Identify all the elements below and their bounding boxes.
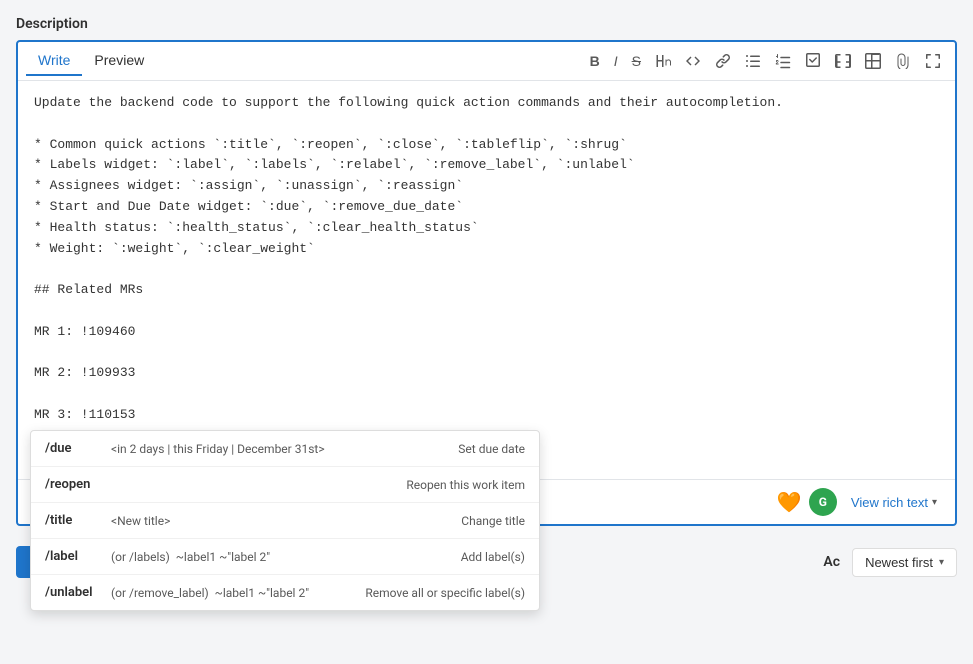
heading-icon [655, 53, 671, 69]
tab-write[interactable]: Write [26, 46, 82, 76]
bullet-list-icon [745, 53, 761, 69]
numbered-list-icon [775, 53, 791, 69]
autocomplete-item-due[interactable]: /due <in 2 days | this Friday | December… [31, 431, 539, 467]
tab-group: Write Preview [26, 46, 156, 76]
code-inline-button[interactable] [679, 49, 707, 73]
activity-label: Ac [823, 554, 840, 570]
code-icon [685, 53, 701, 69]
tab-preview[interactable]: Preview [82, 46, 156, 76]
view-rich-text-button[interactable]: View rich text ▾ [845, 491, 943, 514]
autocomplete-item-unlabel[interactable]: /unlabel (or /remove_label) ~label1 ~"la… [31, 575, 539, 610]
link-icon [715, 53, 731, 69]
autocomplete-item-title[interactable]: /title <New title> Change title [31, 503, 539, 539]
avatar-group: 🧡 G [775, 488, 837, 516]
user-avatar: G [809, 488, 837, 516]
autocomplete-dropdown: /due <in 2 days | this Friday | December… [30, 430, 540, 611]
chevron-down-icon: ▾ [932, 497, 937, 508]
fullscreen-icon [925, 53, 941, 69]
editor-content-area[interactable]: Update the backend code to support the f… [18, 81, 955, 479]
link-button[interactable] [709, 49, 737, 73]
table-button[interactable] [859, 49, 887, 73]
newest-first-button[interactable]: Newest first ▾ [852, 548, 957, 577]
bullet-list-button[interactable] [739, 49, 767, 73]
newest-first-label: Newest first [865, 555, 933, 570]
attach-icon [895, 53, 911, 69]
editor-toolbar: Write Preview B I S [18, 42, 955, 81]
task-list-button[interactable] [799, 49, 827, 73]
autocomplete-item-label[interactable]: /label (or /labels) ~label1 ~"label 2" A… [31, 539, 539, 575]
task-list-icon [805, 53, 821, 69]
toolbar-icons: B I S [584, 49, 947, 73]
bold-button[interactable]: B [584, 49, 606, 73]
quote-button[interactable] [829, 49, 857, 73]
italic-button[interactable]: I [608, 49, 624, 73]
heading-button[interactable] [649, 49, 677, 73]
emoji-avatar: 🧡 [775, 488, 803, 516]
chevron-down-icon: ▾ [939, 557, 944, 568]
autocomplete-item-reopen[interactable]: /reopen Reopen this work item [31, 467, 539, 503]
fullscreen-button[interactable] [919, 49, 947, 73]
strikethrough-button[interactable]: S [626, 49, 647, 73]
quote-icon [835, 53, 851, 69]
numbered-list-button[interactable] [769, 49, 797, 73]
attach-button[interactable] [889, 49, 917, 73]
description-label: Description [16, 16, 957, 32]
table-icon [865, 53, 881, 69]
